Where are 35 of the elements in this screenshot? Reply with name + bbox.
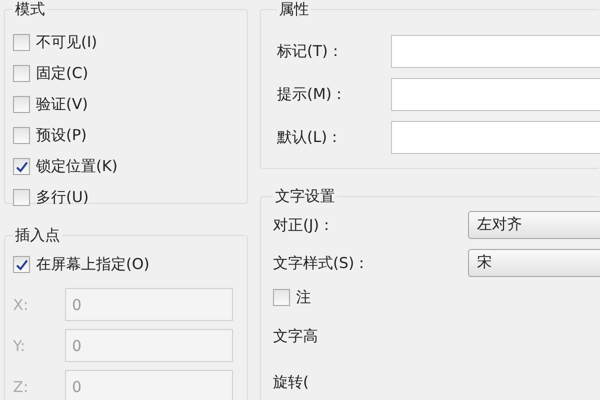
field-label: 文字高 <box>273 326 319 346</box>
checkbox[interactable] <box>13 127 30 144</box>
text-field[interactable] <box>391 35 600 68</box>
dropdown[interactable]: 左对齐 <box>468 211 600 239</box>
checkbox-label: 不可见(I) <box>36 33 98 52</box>
checkbox-label: 预设(P) <box>36 126 87 145</box>
field-label: 标记(T)： <box>277 42 344 61</box>
field-label: 旋转( <box>273 372 310 392</box>
checkbox[interactable] <box>13 189 30 206</box>
checkbox[interactable] <box>273 289 290 306</box>
checkbox[interactable] <box>13 256 30 273</box>
checkbox-label: 锁定位置(K) <box>36 157 118 176</box>
field-label: 默认(L)： <box>277 128 344 147</box>
checkbox-label: 固定(C) <box>36 64 88 83</box>
checkbox[interactable] <box>13 96 30 113</box>
coordinate-label: Z: <box>13 378 30 396</box>
checkbox[interactable] <box>13 158 30 175</box>
field-label: 文字样式(S)： <box>273 254 370 272</box>
group-title: 模式 <box>14 0 46 19</box>
checkbox[interactable] <box>13 65 30 82</box>
group-title: 文字设置 <box>274 187 336 206</box>
coordinate-label: X: <box>13 296 30 314</box>
checkbox[interactable] <box>13 34 30 51</box>
text-field[interactable] <box>391 78 600 111</box>
group-title: 属性 <box>278 0 310 19</box>
checkbox-label: 多行(U) <box>36 188 89 207</box>
checkbox-label: 验证(V) <box>36 95 88 114</box>
group-title: 插入点 <box>14 226 61 245</box>
checkbox-label: 注 <box>296 288 311 307</box>
checkbox-label: 在屏幕上指定(O) <box>36 255 150 274</box>
field-label: 提示(M)： <box>277 85 348 104</box>
dropdown[interactable]: 宋 <box>468 249 600 277</box>
field-label: 对正(J)： <box>273 216 336 234</box>
text-field[interactable] <box>391 121 600 154</box>
coordinate-label: Y: <box>13 336 26 354</box>
